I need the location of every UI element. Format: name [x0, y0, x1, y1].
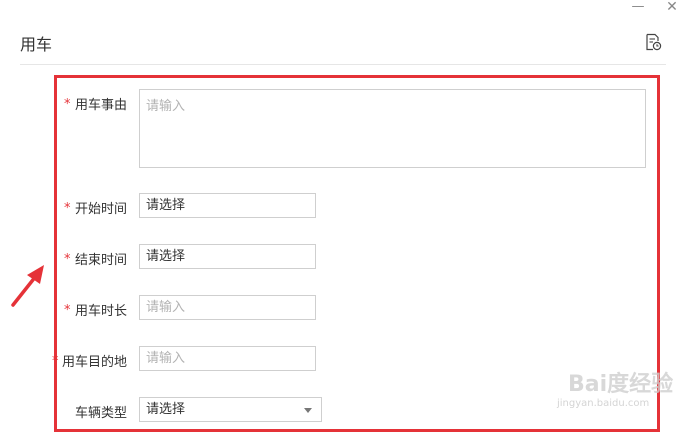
start-time-value: 请选择 — [146, 198, 186, 213]
header-divider — [20, 64, 666, 65]
doc-clock-icon[interactable] — [644, 33, 662, 51]
destination-label: 用车目的地 — [62, 355, 128, 370]
vehicle-type-label: 车辆类型 — [75, 406, 128, 421]
destination-input[interactable]: 请输入 — [139, 346, 316, 371]
required-asterisk: * — [64, 303, 71, 318]
close-button[interactable]: ✕ — [664, 0, 680, 16]
required-asterisk: * — [64, 97, 71, 112]
destination-placeholder: 请输入 — [146, 351, 186, 366]
start-time-label: 开始时间 — [75, 202, 128, 217]
vehicle-type-value: 请选择 — [146, 402, 186, 417]
end-time-label: 结束时间 — [75, 253, 128, 268]
end-time-value: 请选择 — [146, 249, 186, 264]
minimize-button[interactable]: — — [630, 0, 646, 16]
annotation-arrow-icon — [11, 265, 44, 307]
required-asterisk: * — [64, 201, 71, 216]
end-time-picker[interactable]: 请选择 — [139, 244, 316, 269]
required-asterisk: * — [52, 354, 59, 369]
watermark-url: jingyan.baidu.com — [557, 398, 650, 409]
reason-textarea[interactable]: 请输入 — [139, 89, 646, 168]
chevron-down-icon — [304, 408, 312, 413]
dialog-title: 用车 — [20, 35, 53, 54]
duration-placeholder: 请输入 — [146, 300, 186, 315]
duration-label: 用车时长 — [75, 304, 128, 319]
reason-label: 用车事由 — [75, 98, 128, 113]
reason-placeholder: 请输入 — [146, 99, 186, 114]
watermark-logo: Bai度经验 — [568, 372, 674, 397]
required-asterisk: * — [64, 252, 71, 267]
duration-input[interactable]: 请输入 — [139, 295, 316, 320]
vehicle-type-select[interactable]: 请选择 — [139, 397, 322, 422]
start-time-picker[interactable]: 请选择 — [139, 193, 316, 218]
